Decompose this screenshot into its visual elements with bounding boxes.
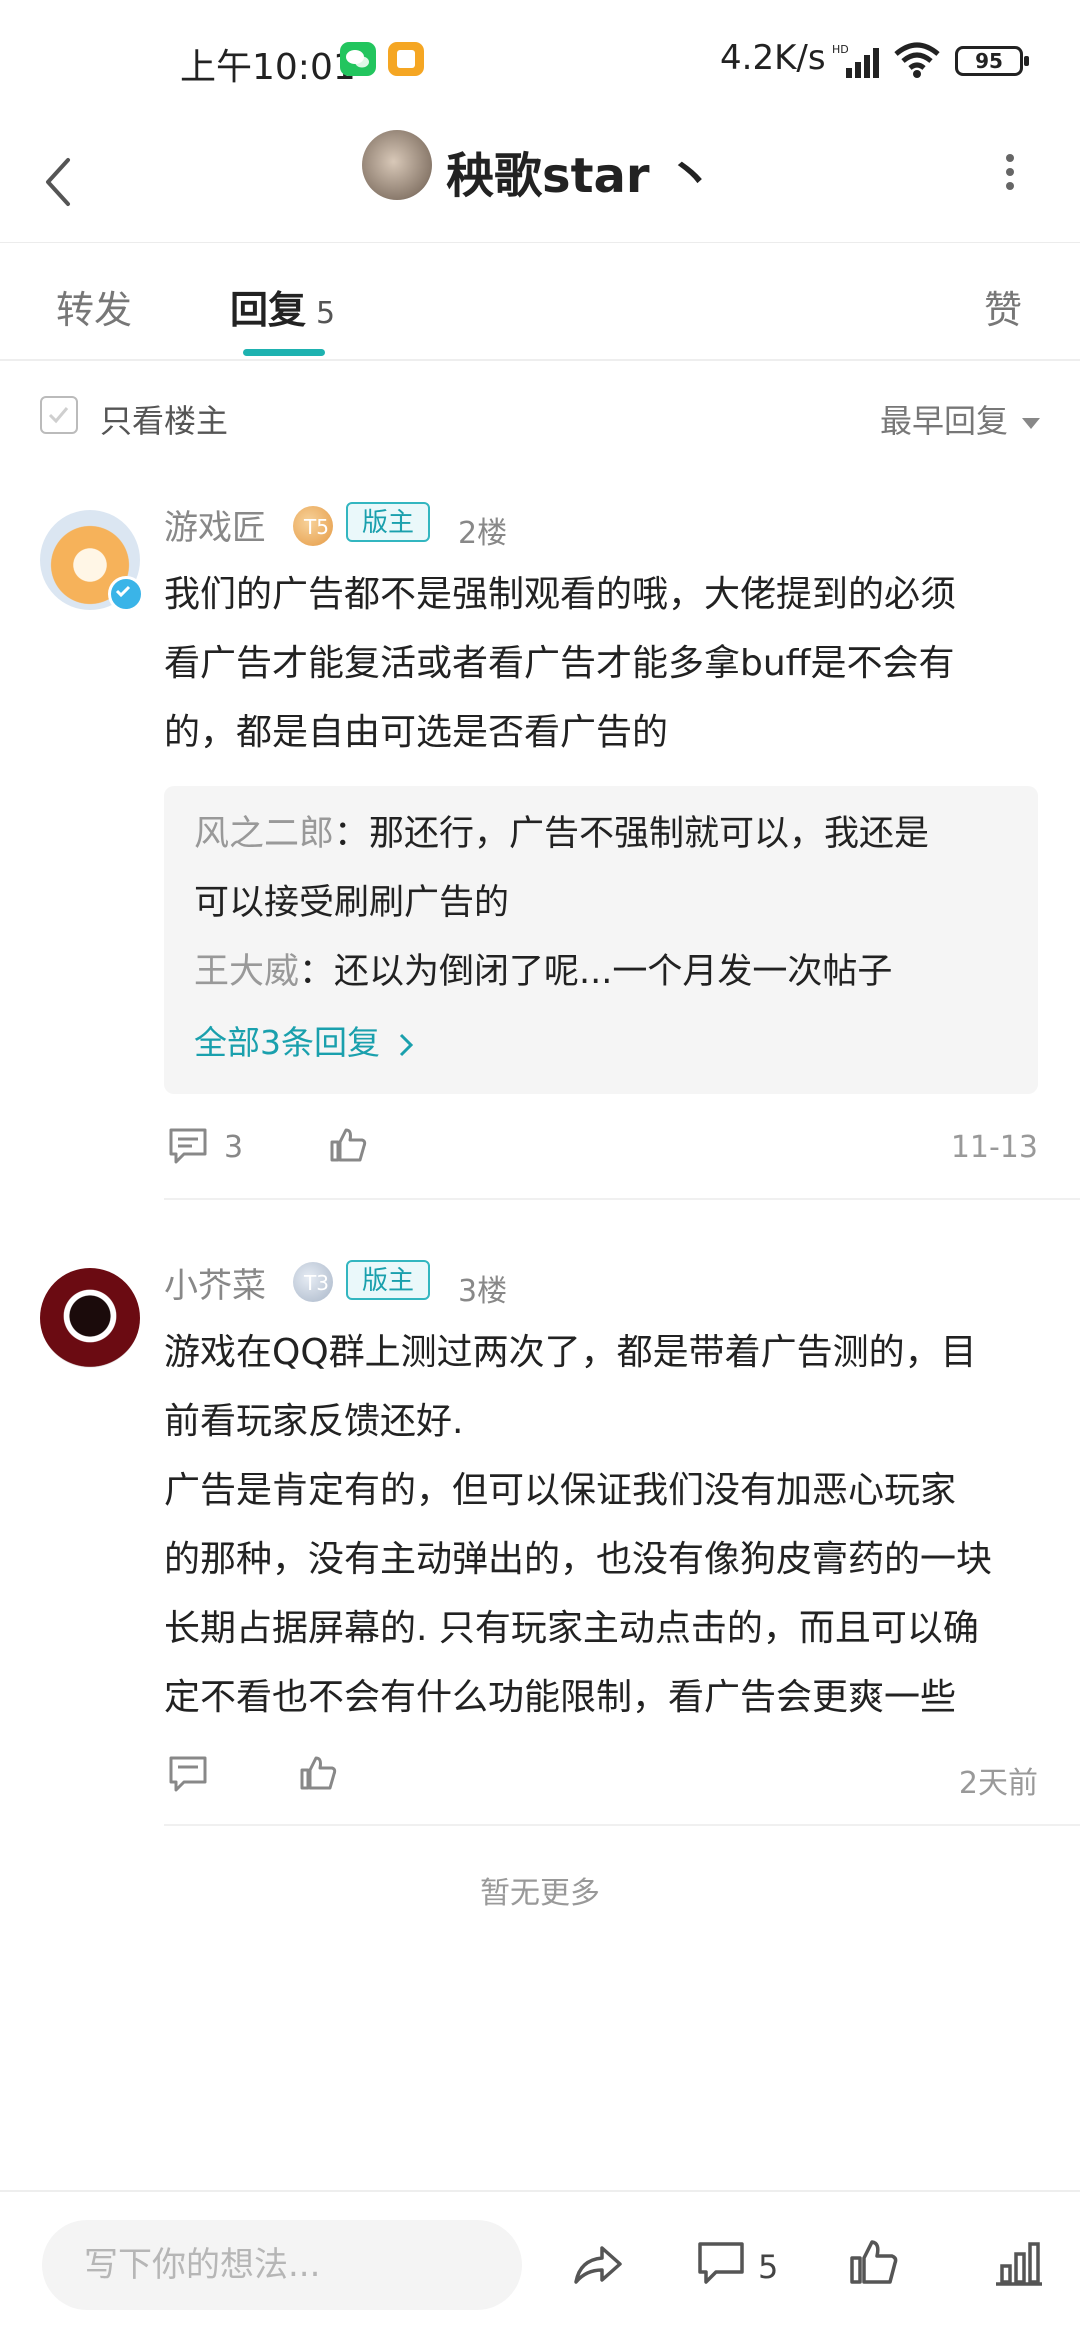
more-menu-icon[interactable]: [1000, 148, 1020, 218]
tab-active-indicator: [243, 349, 325, 356]
content-line: 的那种，没有主动弹出的，也没有像狗皮膏药的一块: [164, 1539, 993, 1580]
moderator-badge: 版主: [346, 502, 431, 542]
all-replies-label: 全部3条回复: [194, 1023, 380, 1062]
content-line: 定不看也不会有什么功能限制，看广告会更爽一些: [164, 1677, 957, 1718]
comment-icon[interactable]: [166, 1752, 210, 1796]
content-line: 游戏在QQ群上测过两次了，都是带着广告测的，目: [164, 1332, 977, 1373]
chevron-right-icon: [399, 1033, 413, 1056]
divider: [164, 1198, 1080, 1200]
divider: [164, 1824, 1080, 1826]
comment-icon[interactable]: [694, 2238, 750, 2290]
comment-input[interactable]: 写下你的想法...: [42, 2220, 522, 2310]
page-title[interactable]: 秧歌star 丶: [446, 136, 714, 206]
moderator-badge: 版主: [346, 1260, 431, 1300]
reply-preview-box[interactable]: 风之二郎：那还行，广告不强制就可以，我还是 可以接受刷刷广告的 王大威：还以为倒…: [164, 786, 1038, 1094]
all-replies-link[interactable]: 全部3条回复: [194, 1016, 415, 1064]
reply-text-continued: 可以接受刷刷广告的: [194, 883, 510, 923]
notes-app-icon: [388, 42, 424, 76]
content-line: 长期占据屏幕的. 只有玩家主动点击的，而且可以确: [164, 1608, 979, 1649]
back-button[interactable]: [40, 142, 80, 222]
level-badge-icon: T5: [293, 506, 333, 546]
tab-like[interactable]: 赞: [984, 279, 1022, 334]
signal-hd-label: HD: [832, 43, 849, 56]
checkmark-icon: [48, 407, 69, 424]
reply-author[interactable]: 风之二郎: [194, 814, 334, 854]
level-badge-icon: T3: [293, 1262, 333, 1302]
like-icon[interactable]: [296, 1752, 340, 1796]
post-date: 11-13: [950, 1130, 1038, 1165]
sort-dropdown[interactable]: 最早回复: [880, 396, 1040, 442]
svg-text:T3: T3: [303, 1271, 329, 1295]
status-time: 上午10:01: [180, 47, 356, 88]
content-line: 的，都是自由可选是否看广告的: [164, 712, 669, 753]
only-op-checkbox[interactable]: [40, 396, 78, 434]
tab-bar: 转发 回复 5 赞: [0, 243, 1080, 361]
wifi-icon: [892, 40, 942, 80]
caret-down-icon: [1022, 417, 1040, 429]
like-icon[interactable]: [846, 2238, 902, 2290]
top-nav: 秧歌star 丶: [0, 120, 1080, 243]
stats-chart-icon[interactable]: [992, 2238, 1048, 2290]
tab-forward[interactable]: 转发: [56, 279, 132, 334]
svg-text:T5: T5: [303, 515, 329, 539]
tab-reply-count: 5: [316, 296, 336, 331]
comment-count: 5: [758, 2248, 779, 2286]
content-line: 看广告才能复活或者看广告才能多拿buff是不会有: [164, 643, 955, 684]
content-line: 前看玩家反馈还好.: [164, 1401, 464, 1442]
content-line: 我们的广告都不是强制观看的哦，大佬提到的必须: [164, 574, 957, 615]
floor-number: 2楼: [458, 516, 508, 551]
battery-indicator: 95: [955, 46, 1029, 76]
signal-icon: HD: [832, 42, 882, 78]
tab-reply[interactable]: 回复 5: [230, 279, 335, 334]
post-author-name[interactable]: 小芥菜: [164, 1258, 266, 1307]
floor-number: 3楼: [458, 1274, 508, 1309]
comment-count: 3: [224, 1130, 244, 1165]
post-date: 2天前: [958, 1766, 1038, 1801]
verified-icon: [108, 576, 144, 612]
like-icon[interactable]: [326, 1124, 370, 1168]
tab-reply-label: 回复: [230, 288, 307, 332]
no-more-label: 暂无更多: [480, 1876, 600, 1911]
sort-label: 最早回复: [879, 402, 1008, 440]
net-speed: 4.2K/s: [720, 38, 826, 78]
only-op-label[interactable]: 只看楼主: [100, 396, 228, 442]
reply-item: 王大威：还以为倒闭了呢...一个月发一次帖子: [194, 938, 1024, 1007]
chevron-left-icon: [46, 158, 70, 206]
status-bar: 上午10:01 4.2K/s HD 95: [0, 0, 1080, 120]
reply-author[interactable]: 王大威: [194, 952, 299, 992]
user-avatar[interactable]: [362, 130, 432, 200]
wechat-icon: [340, 42, 376, 76]
content-line: 广告是肯定有的，但可以保证我们没有加恶心玩家: [164, 1470, 957, 1511]
reply-text: ：那还行，广告不强制就可以，我还是: [334, 814, 930, 854]
bottom-action-bar: 写下你的想法... 5: [0, 2190, 1080, 2342]
comment-icon[interactable]: [166, 1124, 210, 1168]
post-author-name[interactable]: 游戏匠: [164, 500, 266, 549]
filter-bar: 只看楼主 最早回复: [0, 370, 1080, 462]
post-author-avatar[interactable]: [40, 1268, 140, 1368]
share-icon[interactable]: [570, 2238, 626, 2290]
post-content: 我们的广告都不是强制观看的哦，大佬提到的必须 看广告才能复活或者看广告才能多拿b…: [164, 560, 1044, 767]
post-content: 游戏在QQ群上测过两次了，都是带着广告测的，目 前看玩家反馈还好. 广告是肯定有…: [164, 1318, 1044, 1732]
reply-text: ：还以为倒闭了呢...一个月发一次帖子: [299, 952, 893, 992]
reply-item: 风之二郎：那还行，广告不强制就可以，我还是: [194, 800, 1024, 869]
